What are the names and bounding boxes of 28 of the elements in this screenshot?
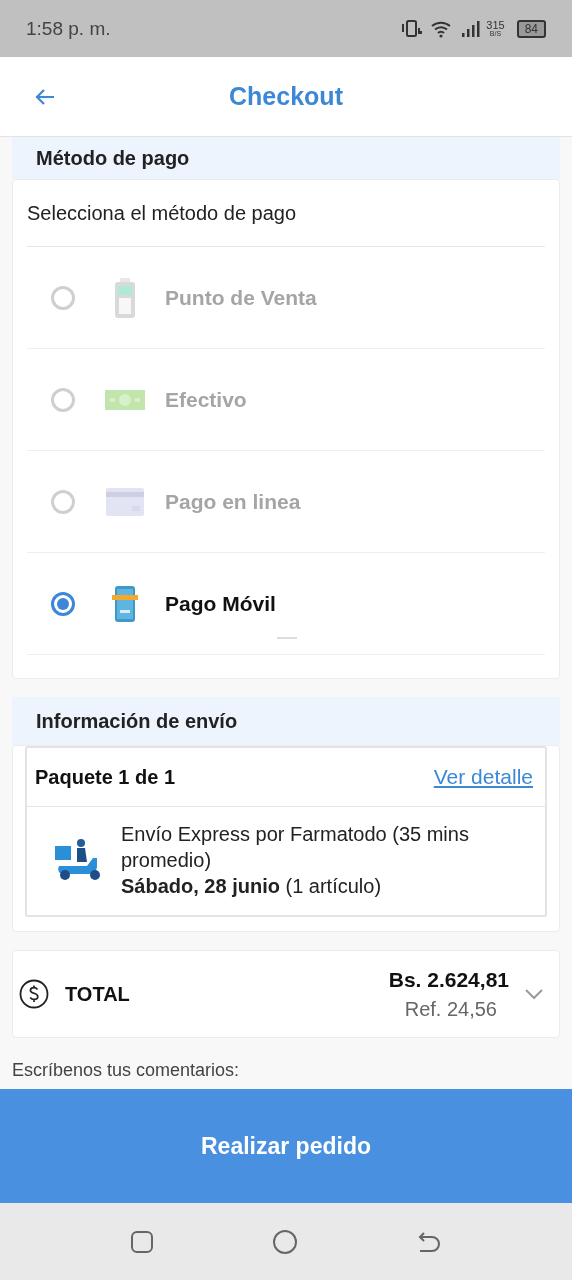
delivery-scooter-icon [53,838,103,882]
card-terminal-icon [114,277,136,318]
mobile-phone-icon [112,585,138,622]
radio-button[interactable] [51,591,75,616]
section-header: Información de envío [12,697,560,745]
reference-amount: Ref. 24,56 [404,997,498,1021]
battery-icon: 84 [516,19,546,38]
delivery-date: Sábado, 28 junio (1 artículo) [121,874,383,899]
dollar-icon [19,979,49,1009]
total-amount: Bs. 2.624,81 [388,967,509,992]
section-header: Método de pago [12,137,560,179]
delivery-description: Envío Express por Farmatodo (35 mins promedio) [121,822,470,873]
comments-label: Escríbenos tus comentarios: [12,1060,241,1081]
payment-prompt: Selecciona el método de pago [27,180,545,247]
back-arrow-icon[interactable] [416,1230,442,1253]
circle-icon[interactable] [272,1228,298,1255]
screen-title: Checkout [228,82,344,111]
place-order-button[interactable]: Realizar pedido [0,1089,572,1203]
payment-option[interactable]: Pago Móvil [27,553,545,655]
banknote-icon [105,389,145,410]
total-label: TOTAL [65,982,130,1006]
square-icon[interactable] [130,1229,154,1254]
clock: 1:58 p. m. [26,17,111,40]
signal-icon [460,18,481,39]
vibrate-icon [400,18,425,39]
package-title: Paquete 1 de 1 [35,765,176,789]
details-link[interactable]: Ver detalle [433,765,533,789]
credit-card-icon [106,487,144,516]
